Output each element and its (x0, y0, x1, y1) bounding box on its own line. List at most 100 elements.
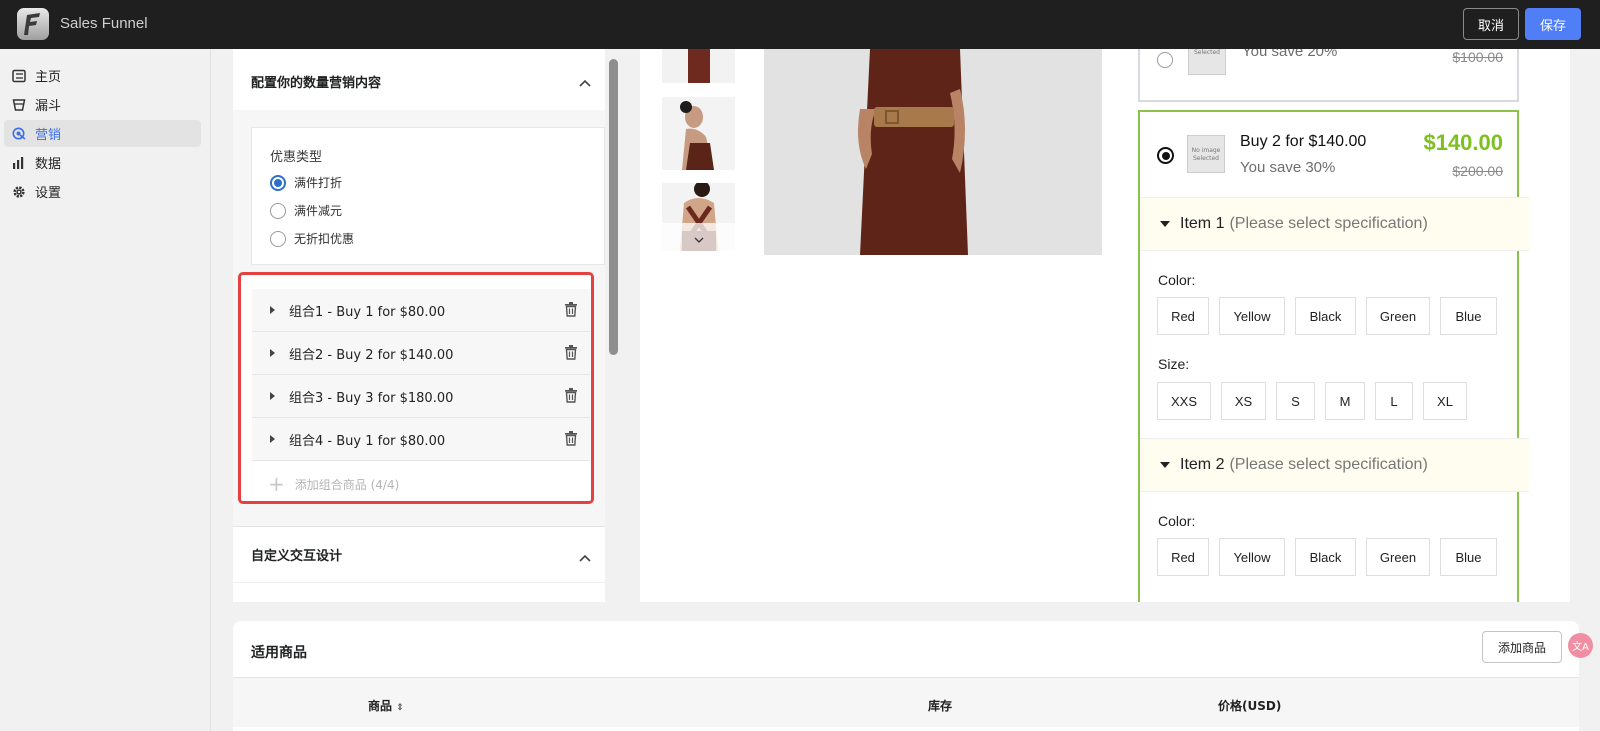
color-option[interactable]: Black (1295, 538, 1356, 576)
gear-icon (12, 185, 26, 199)
offer-card[interactable]: Selected You save 20% $100.00 (1138, 49, 1519, 102)
color-option[interactable]: Blue (1440, 297, 1497, 335)
caret-right-icon[interactable] (270, 392, 275, 400)
size-option[interactable]: M (1325, 382, 1365, 420)
discount-type-title: 优惠类型 (270, 150, 323, 165)
size-option[interactable]: L (1375, 382, 1413, 420)
column-header-stock: 库存 (928, 699, 953, 713)
item-hint: (Please select specification) (1229, 456, 1428, 473)
discount-option-none[interactable]: 无折扣优惠 (270, 230, 354, 247)
color-option[interactable]: Yellow (1219, 538, 1285, 576)
radio[interactable] (270, 202, 286, 219)
config-panel: 配置你的数量营销内容 优惠类型 满件打折 满件减元 无折扣优惠 组合1 - Bu… (233, 49, 605, 602)
scroll-down-button[interactable] (662, 223, 735, 251)
sidebar-item-settings[interactable]: 设置 (4, 178, 201, 205)
bundle-row[interactable]: 组合3 - Buy 3 for $180.00 (252, 375, 590, 418)
offer-radio[interactable] (1157, 52, 1173, 68)
caret-right-icon[interactable] (270, 435, 275, 443)
discount-option-amount[interactable]: 满件减元 (270, 202, 342, 219)
size-option[interactable]: S (1276, 382, 1315, 420)
color-option[interactable]: Blue (1440, 538, 1497, 576)
bundle-label: 组合4 - Buy 1 for $80.00 (289, 433, 446, 449)
sidebar-item-funnel[interactable]: 漏斗 (4, 91, 201, 118)
bundle-row[interactable]: 组合1 - Buy 1 for $80.00 (252, 289, 590, 332)
color-label: Color: (1158, 513, 1196, 529)
sidebar-item-label: 设置 (35, 186, 62, 201)
trash-icon[interactable] (564, 345, 578, 364)
bundle-row[interactable]: 组合2 - Buy 2 for $140.00 (252, 332, 590, 375)
sidebar-item-label: 主页 (35, 70, 62, 85)
color-option[interactable]: Yellow (1219, 297, 1285, 335)
color-option[interactable]: Green (1366, 297, 1430, 335)
translate-icon[interactable]: 文A (1568, 633, 1593, 658)
radio[interactable] (270, 230, 286, 247)
bundle-label: 组合2 - Buy 2 for $140.00 (289, 347, 454, 363)
sort-icon[interactable]: ⇕ (396, 703, 404, 713)
chevron-up-icon[interactable] (579, 76, 591, 91)
bundle-label: 组合1 - Buy 1 for $80.00 (289, 304, 446, 320)
bundle-label: 组合3 - Buy 3 for $180.00 (289, 390, 454, 406)
discount-option-percent[interactable]: 满件打折 (270, 174, 342, 191)
sidebar-item-data[interactable]: 数据 (4, 149, 201, 176)
caret-down-icon[interactable] (1160, 462, 1170, 468)
sidebar-item-marketing[interactable]: 营销 (4, 120, 201, 147)
color-option[interactable]: Red (1157, 297, 1209, 335)
add-bundle-button[interactable]: + 添加组合商品 (4/4) (252, 464, 590, 504)
sidebar-item-label: 数据 (35, 157, 62, 172)
offer-save-text: You save 30% (1240, 159, 1336, 176)
caret-right-icon[interactable] (270, 349, 275, 357)
products-title: 适用商品 (251, 645, 307, 661)
top-bar: Sales Funnel 取消 保存 (0, 0, 1600, 49)
chevron-down-icon[interactable] (694, 228, 704, 247)
offer-title: Buy 2 for $140.00 (1240, 133, 1367, 150)
plus-icon: + (268, 472, 285, 496)
config-section-header[interactable]: 配置你的数量营销内容 (233, 52, 605, 110)
radio-label: 满件减元 (294, 204, 343, 218)
offer-price: $140.00 (1423, 130, 1503, 155)
chevron-up-icon[interactable] (579, 551, 591, 566)
trash-icon[interactable] (564, 431, 578, 450)
list-icon (12, 69, 26, 83)
color-option[interactable]: Green (1366, 538, 1430, 576)
size-option[interactable]: XS (1221, 382, 1266, 420)
item-1-header[interactable]: Item 1 (Please select specification) (1140, 197, 1529, 251)
sidebar-item-label: 营销 (35, 128, 62, 143)
preview-canvas: Selected You save 20% $100.00 No image S… (640, 49, 1570, 602)
product-thumbnail[interactable] (662, 49, 735, 83)
size-option[interactable]: XXS (1157, 382, 1211, 420)
trash-icon[interactable] (564, 302, 578, 321)
section-next-edge (233, 582, 605, 602)
discount-type-card: 优惠类型 满件打折 满件减元 无折扣优惠 (251, 127, 605, 265)
size-label: Size: (1158, 356, 1190, 372)
bundle-list-highlight: 组合1 - Buy 1 for $80.00 组合2 - Buy 2 for $… (238, 272, 594, 504)
offer-card-selected[interactable]: No image Selected Buy 2 for $140.00 You … (1138, 110, 1529, 602)
add-product-button[interactable]: 添加商品 (1482, 631, 1562, 663)
radio-label: 满件打折 (294, 176, 343, 190)
color-label: Color: (1158, 272, 1196, 288)
product-thumbnail[interactable] (662, 97, 735, 170)
custom-design-section-header[interactable]: 自定义交互设计 (233, 526, 605, 582)
offer-radio-selected[interactable] (1157, 147, 1174, 164)
no-image-placeholder: Selected (1188, 49, 1226, 75)
marketing-icon (12, 127, 26, 141)
product-thumbnail[interactable] (662, 183, 735, 251)
caret-down-icon[interactable] (1160, 221, 1170, 227)
cancel-button[interactable]: 取消 (1463, 8, 1519, 40)
sidebar-item-home[interactable]: 主页 (4, 62, 201, 89)
size-option[interactable]: XL (1423, 382, 1467, 420)
column-header-price: 价格(USD) (1218, 699, 1282, 713)
caret-right-icon[interactable] (270, 306, 275, 314)
save-button[interactable]: 保存 (1525, 8, 1581, 40)
preview-panel: Selected You save 20% $100.00 No image S… (623, 49, 1579, 602)
offer-old-price: $100.00 (1452, 49, 1503, 65)
bundle-row[interactable]: 组合4 - Buy 1 for $80.00 (252, 418, 590, 461)
section-title: 自定义交互设计 (251, 549, 343, 564)
item-2-header[interactable]: Item 2 (Please select specification) (1140, 438, 1529, 492)
radio-selected[interactable] (270, 174, 286, 191)
color-option[interactable]: Black (1295, 297, 1356, 335)
color-option[interactable]: Red (1157, 538, 1209, 576)
trash-icon[interactable] (564, 388, 578, 407)
app-title: Sales Funnel (60, 15, 148, 32)
config-scrollbar-thumb[interactable] (609, 59, 618, 355)
column-header-product[interactable]: 商品 ⇕ (368, 697, 404, 714)
